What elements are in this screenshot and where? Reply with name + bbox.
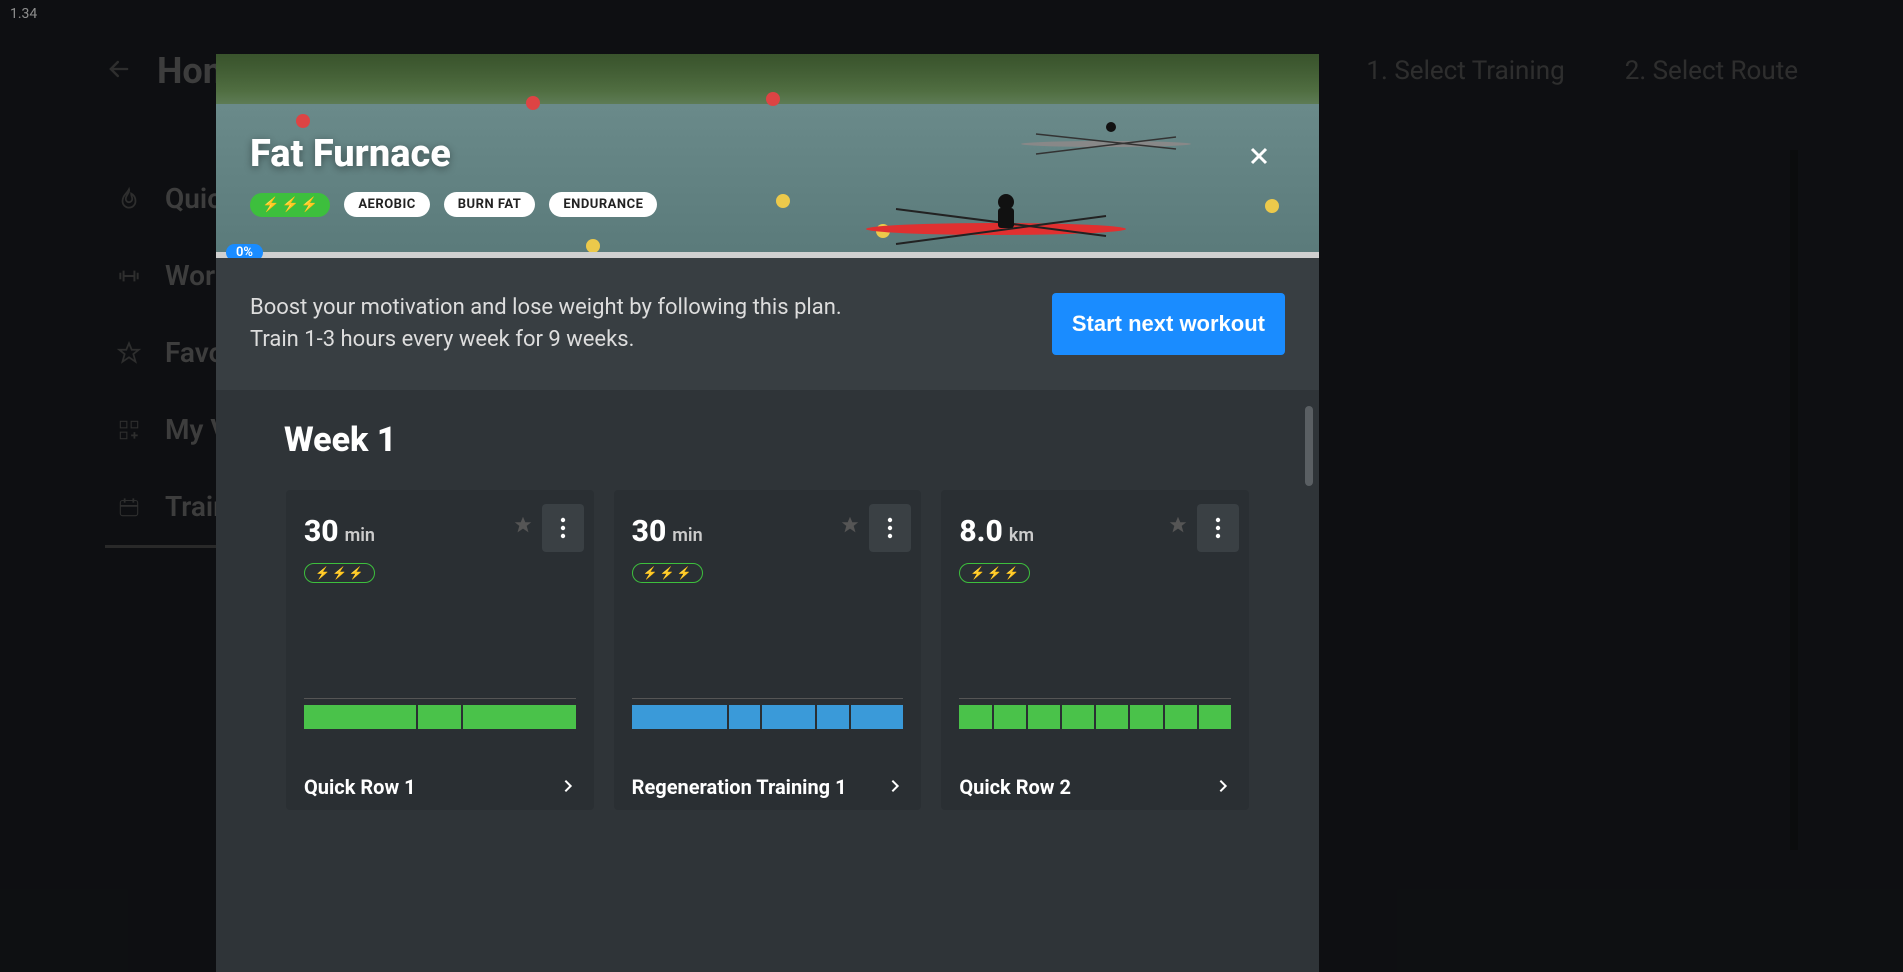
favorite-star-icon[interactable]: [512, 514, 534, 536]
close-button[interactable]: [1239, 136, 1279, 176]
chevron-right-icon[interactable]: [560, 774, 576, 802]
progress-value: 0%: [226, 244, 263, 258]
week-title: Week 1: [284, 420, 1249, 460]
start-next-workout-button[interactable]: Start next workout: [1052, 293, 1285, 355]
workout-title: Quick Row 2: [959, 775, 1071, 800]
workout-title: Quick Row 1: [304, 775, 416, 800]
tag-aerobic: AEROBIC: [344, 192, 429, 217]
description-bar: Boost your motivation and lose weight by…: [216, 258, 1319, 390]
workout-metric: 30 min: [304, 514, 375, 549]
favorite-star-icon[interactable]: [1167, 514, 1189, 536]
workout-cards-row: 30 min ⚡⚡⚡ Quick Row 1 30 min ⚡⚡⚡ Regene…: [286, 490, 1249, 810]
card-menu-button[interactable]: [542, 504, 584, 552]
workout-metric: 8.0 km: [959, 514, 1034, 549]
tag-burn-fat: BURN FAT: [444, 192, 536, 217]
hero-banner: Fat Furnace ⚡⚡⚡ AEROBIC BURN FAT ENDURAN…: [216, 54, 1319, 258]
workout-profile-chart: [959, 698, 1231, 728]
card-menu-button[interactable]: [869, 504, 911, 552]
content-scrollbar[interactable]: [1305, 406, 1313, 486]
plan-content: Week 1 30 min ⚡⚡⚡ Quick Row 1 30 min ⚡⚡⚡…: [216, 390, 1319, 972]
progress-bar: [216, 252, 1319, 258]
card-menu-button[interactable]: [1197, 504, 1239, 552]
workout-profile-chart: [304, 698, 576, 728]
workout-metric: 30 min: [632, 514, 703, 549]
training-plan-modal: Fat Furnace ⚡⚡⚡ AEROBIC BURN FAT ENDURAN…: [216, 54, 1319, 972]
plan-description: Boost your motivation and lose weight by…: [250, 292, 842, 356]
intensity-indicator: ⚡⚡⚡: [304, 563, 375, 583]
favorite-star-icon[interactable]: [839, 514, 861, 536]
workout-card[interactable]: 30 min ⚡⚡⚡ Quick Row 1: [286, 490, 594, 810]
tag-endurance: ENDURANCE: [549, 192, 657, 217]
chevron-right-icon[interactable]: [887, 774, 903, 802]
workout-card[interactable]: 30 min ⚡⚡⚡ Regeneration Training 1: [614, 490, 922, 810]
workout-title: Regeneration Training 1: [632, 775, 847, 800]
intensity-badge: ⚡⚡⚡: [250, 193, 330, 217]
plan-title: Fat Furnace: [250, 132, 451, 176]
intensity-indicator: ⚡⚡⚡: [959, 563, 1030, 583]
intensity-indicator: ⚡⚡⚡: [632, 563, 703, 583]
workout-profile-chart: [632, 698, 904, 728]
plan-tags: ⚡⚡⚡ AEROBIC BURN FAT ENDURANCE: [250, 192, 657, 217]
workout-card[interactable]: 8.0 km ⚡⚡⚡ Quick Row 2: [941, 490, 1249, 810]
chevron-right-icon[interactable]: [1215, 774, 1231, 802]
